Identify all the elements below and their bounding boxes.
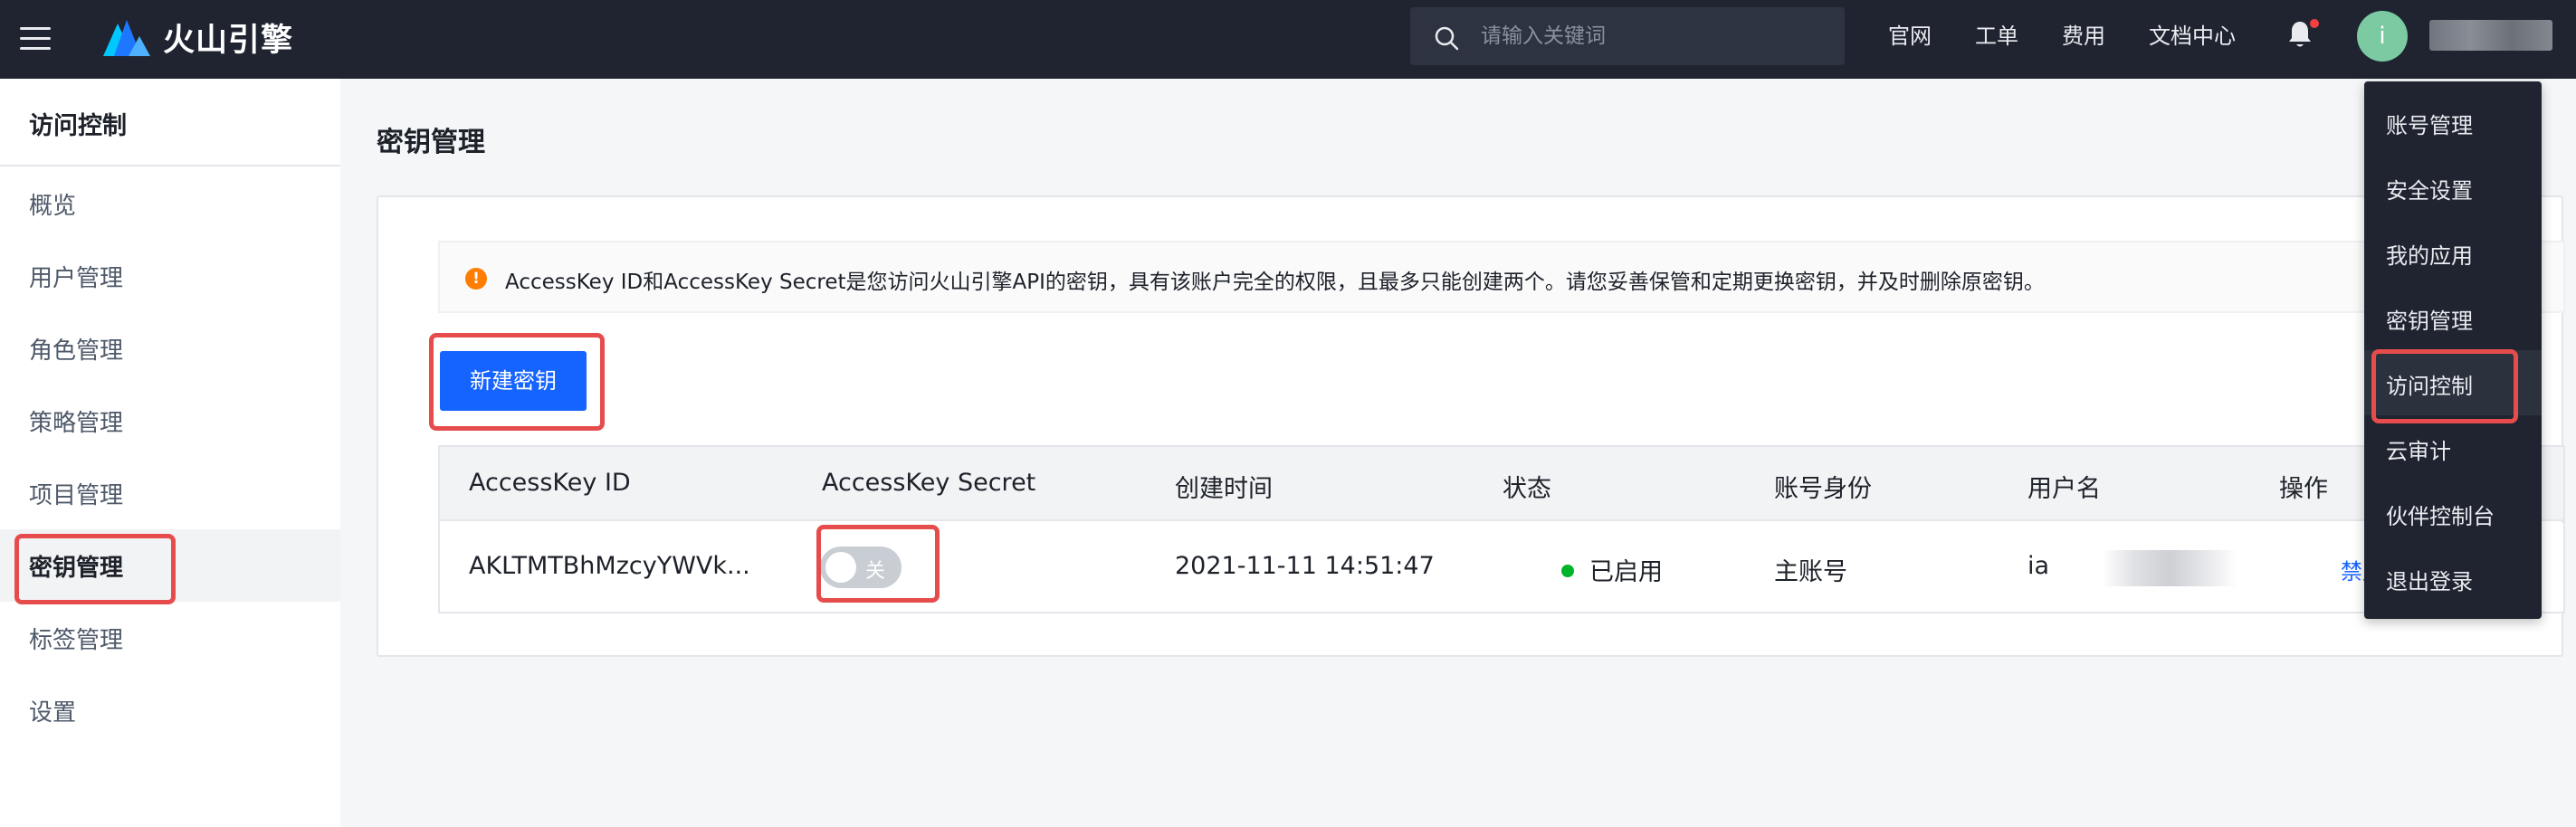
menu-item-security[interactable]: 安全设置	[2364, 155, 2542, 220]
sidebar-item-roles[interactable]: 角色管理	[0, 312, 340, 385]
account-dropdown-menu: 账号管理 安全设置 我的应用 密钥管理 访问控制 云审计 伙伴控制台 退出登录	[2364, 81, 2542, 619]
menu-item-label: 密钥管理	[2386, 309, 2473, 334]
sidebar-item-projects[interactable]: 项目管理	[0, 457, 340, 529]
access-key-id-cell: AKLTMTBhMzcyYWVk...	[469, 552, 750, 580]
new-key-button[interactable]: 新建密钥	[440, 351, 587, 411]
header-created-time: 创建时间	[1175, 475, 1273, 503]
username-cell: ia	[2027, 552, 2050, 580]
menu-item-logout[interactable]: 退出登录	[2364, 546, 2542, 611]
sidebar-item-settings[interactable]: 设置	[0, 674, 340, 746]
sidebar-item-label: 设置	[29, 699, 77, 727]
account-name-redacted[interactable]	[2429, 20, 2552, 51]
table-row: AKLTMTBhMzcyYWVk... 关 2021-11-11 14:51:4…	[440, 523, 2563, 612]
notification-badge	[2310, 19, 2319, 28]
hamburger-menu-icon[interactable]	[20, 24, 52, 52]
header-access-key-secret: AccessKey Secret	[822, 469, 1036, 497]
top-navbar: 火山引擎 官网 工单 费用 文档中心 i	[0, 0, 2576, 79]
page-title: 密钥管理	[377, 127, 485, 158]
search-box[interactable]	[1410, 7, 1845, 65]
header-actions: 操作	[2279, 475, 2328, 503]
header-status: 状态	[1503, 475, 1551, 503]
menu-item-keys[interactable]: 密钥管理	[2364, 285, 2542, 350]
warning-icon: !	[465, 268, 487, 290]
username-redacted	[2102, 550, 2237, 586]
official-site-link[interactable]: 官网	[1888, 18, 1932, 50]
sidebar-item-label: 用户管理	[29, 265, 124, 292]
sidebar-item-users[interactable]: 用户管理	[0, 240, 340, 312]
menu-item-label: 安全设置	[2386, 178, 2473, 204]
header-access-key-id: AccessKey ID	[469, 469, 631, 497]
status-dot-icon	[1561, 565, 1574, 577]
brand-logo[interactable]: 火山引擎	[101, 14, 293, 60]
sidebar-divider	[0, 165, 340, 166]
sidebar-item-label: 项目管理	[29, 482, 124, 509]
toggle-knob	[825, 552, 856, 583]
secret-visibility-toggle[interactable]: 关	[820, 547, 902, 588]
tickets-link[interactable]: 工单	[1975, 18, 2018, 50]
toggle-label: 关	[865, 560, 886, 583]
sidebar-item-label: 密钥管理	[29, 555, 124, 582]
menu-item-account[interactable]: 账号管理	[2364, 90, 2542, 155]
sidebar: 访问控制 概览 用户管理 角色管理 策略管理 项目管理 密钥管理 标签管理 设置	[0, 79, 340, 827]
access-key-table: AccessKey ID AccessKey Secret 创建时间 状态 账号…	[438, 445, 2565, 613]
status-cell: 已启用	[1589, 558, 1663, 586]
search-input[interactable]	[1481, 7, 1825, 65]
notice-banner: ! AccessKey ID和AccessKey Secret是您访问火山引擎A…	[438, 241, 2565, 313]
billing-link[interactable]: 费用	[2062, 18, 2105, 50]
identity-cell: 主账号	[1774, 558, 1847, 586]
keys-card: ! AccessKey ID和AccessKey Secret是您访问火山引擎A…	[377, 195, 2565, 657]
sidebar-item-label: 概览	[29, 193, 77, 220]
notice-text: AccessKey ID和AccessKey Secret是您访问火山引擎API…	[505, 271, 2045, 294]
sidebar-item-overview[interactable]: 概览	[0, 167, 340, 240]
avatar[interactable]: i	[2357, 11, 2408, 62]
sidebar-item-policies[interactable]: 策略管理	[0, 385, 340, 457]
header-identity: 账号身份	[1774, 475, 1872, 503]
menu-item-cloud-audit[interactable]: 云审计	[2364, 415, 2542, 480]
sidebar-item-label: 角色管理	[29, 337, 124, 365]
menu-item-partner-console[interactable]: 伙伴控制台	[2364, 480, 2542, 546]
menu-item-label: 退出登录	[2386, 569, 2473, 594]
docs-center-link[interactable]: 文档中心	[2149, 18, 2236, 50]
menu-item-my-apps[interactable]: 我的应用	[2364, 220, 2542, 285]
header-username: 用户名	[2027, 475, 2101, 503]
sidebar-item-label: 标签管理	[29, 627, 124, 654]
menu-item-label: 我的应用	[2386, 243, 2473, 269]
menu-item-label: 伙伴控制台	[2386, 504, 2495, 529]
sidebar-item-keys[interactable]: 密钥管理	[0, 529, 340, 602]
sidebar-item-label: 策略管理	[29, 410, 124, 437]
menu-item-label: 账号管理	[2386, 113, 2473, 138]
sidebar-title: 访问控制	[29, 112, 127, 140]
created-time-cell: 2021-11-11 14:51:47	[1175, 552, 1435, 580]
table-header: AccessKey ID AccessKey Secret 创建时间 状态 账号…	[440, 447, 2563, 521]
menu-item-label: 云审计	[2386, 439, 2451, 464]
menu-item-label: 访问控制	[2386, 374, 2473, 399]
search-icon	[1435, 26, 1459, 51]
menu-item-access-control[interactable]: 访问控制	[2364, 350, 2542, 415]
brand-name: 火山引擎	[163, 22, 294, 59]
sidebar-item-tags[interactable]: 标签管理	[0, 602, 340, 674]
volcano-logo-icon	[103, 20, 150, 56]
